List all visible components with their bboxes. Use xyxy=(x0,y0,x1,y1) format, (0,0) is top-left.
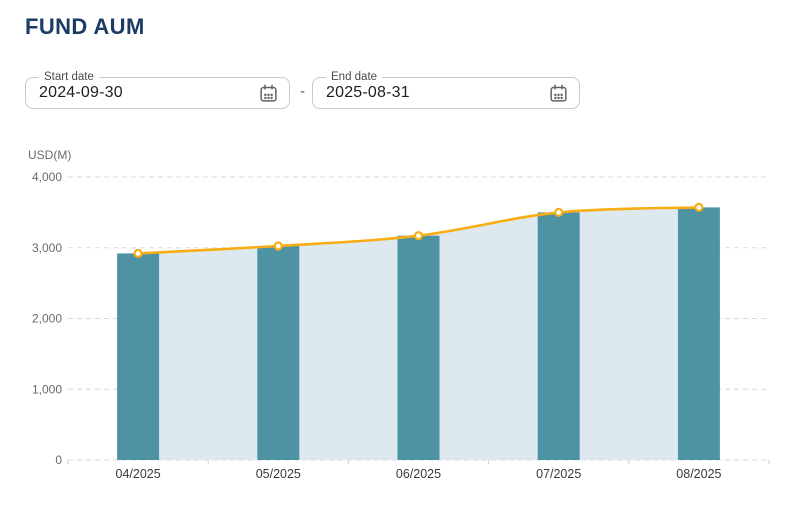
y-tick-label: 1,000 xyxy=(32,382,62,396)
line-marker[interactable] xyxy=(555,209,562,216)
page-title: FUND AUM xyxy=(25,14,145,40)
y-tick-label: 4,000 xyxy=(32,170,62,184)
bar[interactable] xyxy=(117,253,159,460)
line-marker[interactable] xyxy=(695,204,702,211)
x-tick-label: 07/2025 xyxy=(536,467,581,481)
start-date-value[interactable]: 2024-09-30 xyxy=(39,78,123,108)
y-tick-label: 2,000 xyxy=(32,312,62,326)
line-marker[interactable] xyxy=(275,243,282,250)
bar[interactable] xyxy=(398,236,440,460)
y-axis-unit-label: USD(M) xyxy=(28,148,71,162)
calendar-icon[interactable] xyxy=(548,83,569,104)
bar[interactable] xyxy=(257,246,299,460)
y-tick-label: 0 xyxy=(55,453,62,467)
y-tick-label: 3,000 xyxy=(32,241,62,255)
x-tick-label: 08/2025 xyxy=(676,467,721,481)
date-range-separator: - xyxy=(293,77,312,109)
x-tick-label: 04/2025 xyxy=(116,467,161,481)
end-date-value[interactable]: 2025-08-31 xyxy=(326,78,410,108)
fund-aum-chart: 0 1,000 2,000 3,000 4,000 USD(M) 04/2025 05/202… xyxy=(0,140,785,505)
bar[interactable] xyxy=(678,207,720,460)
x-tick-label: 06/2025 xyxy=(396,467,441,481)
start-date-field[interactable]: Start date 2024-09-30 xyxy=(25,77,290,109)
line-marker[interactable] xyxy=(135,250,142,257)
line-marker[interactable] xyxy=(415,232,422,239)
end-date-field[interactable]: End date 2025-08-31 xyxy=(312,77,580,109)
calendar-icon[interactable] xyxy=(258,83,279,104)
bar[interactable] xyxy=(538,212,580,460)
chart-canvas: 0 1,000 2,000 3,000 4,000 USD(M) 04/2025 05/202… xyxy=(0,140,785,505)
x-tick-label: 05/2025 xyxy=(256,467,301,481)
fund-aum-page: FUND AUM Start date 2024-09-30 - End dat… xyxy=(0,0,785,510)
